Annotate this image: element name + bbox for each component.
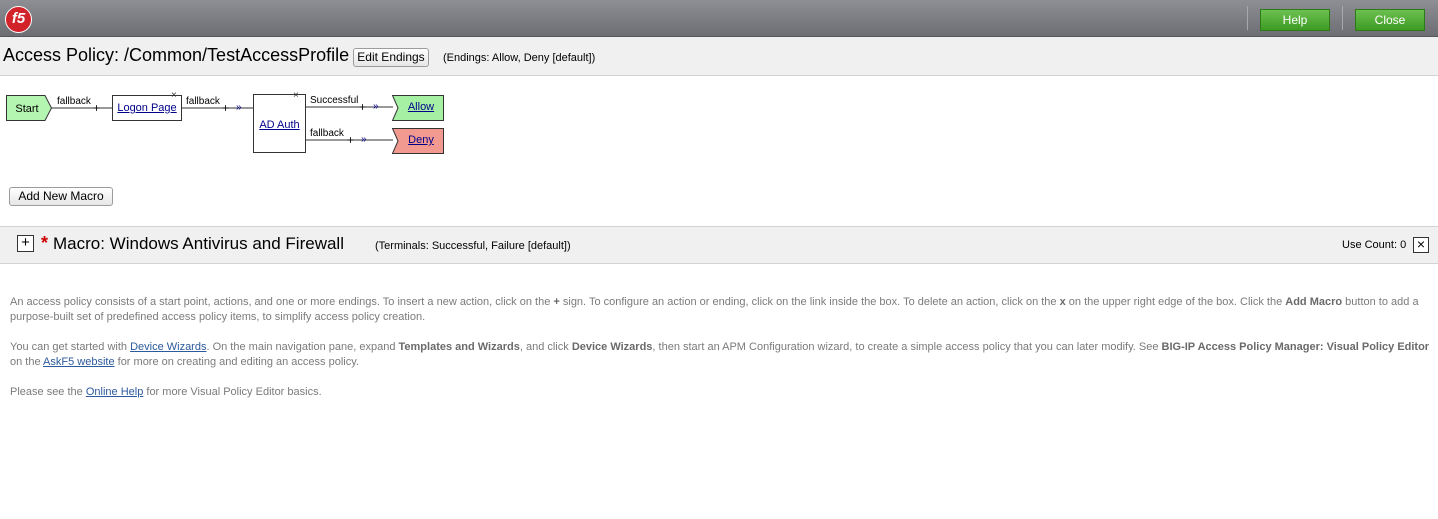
start-branch-label: fallback: [57, 96, 91, 107]
use-count: Use Count: 0: [1342, 239, 1407, 251]
arrow-icon: »: [373, 101, 379, 112]
logon-branch-label: fallback: [186, 96, 220, 107]
required-asterisk: *: [41, 233, 49, 253]
macro-title: Macro: Windows Antivirus and Firewall: [53, 234, 344, 253]
f5-logo: f5: [5, 6, 32, 33]
insert-action-plus[interactable]: +: [359, 101, 366, 113]
help-paragraph-3: Please see the Online Help for more Visu…: [10, 386, 322, 398]
divider: [1247, 6, 1248, 30]
arrow-icon: »: [236, 102, 242, 113]
help-paragraph-2: You can get started with Device Wizards.…: [10, 341, 1430, 368]
policy-editor-canvas: Start fallback + Logon Page × fallback +…: [0, 76, 1438, 227]
arrow-icon: »: [361, 134, 367, 145]
expand-macro-icon[interactable]: +: [17, 235, 34, 252]
ad-auth-node: AD Auth: [253, 94, 306, 153]
divider: [1342, 6, 1343, 30]
add-macro-text: Add Macro: [1285, 296, 1343, 308]
allow-ending-link[interactable]: Allow: [408, 101, 434, 113]
help-button[interactable]: Help: [1260, 9, 1330, 31]
ad-auth-link[interactable]: AD Auth: [254, 119, 305, 131]
start-label: Start: [15, 103, 38, 115]
online-help-link[interactable]: Online Help: [86, 386, 143, 398]
delete-logon-page-icon[interactable]: ×: [171, 91, 177, 101]
close-macro-icon[interactable]: ×: [1413, 237, 1429, 253]
help-paragraph-1: An access policy consists of a start poi…: [10, 296, 1419, 323]
deny-ending-link[interactable]: Deny: [408, 134, 434, 146]
policy-connectors: [49, 106, 393, 141]
device-wizards-link[interactable]: Device Wizards: [130, 341, 206, 353]
edit-endings-button[interactable]: Edit Endings: [353, 48, 429, 67]
endings-note: (Endings: Allow, Deny [default]): [443, 52, 596, 64]
policy-header: Access Policy: /Common/TestAccessProfile…: [0, 37, 1438, 76]
insert-action-plus[interactable]: +: [347, 134, 354, 146]
start-node: Start: [6, 95, 52, 121]
fallback-branch-label: fallback: [310, 128, 344, 139]
askf5-link[interactable]: AskF5 website: [43, 356, 115, 368]
close-button[interactable]: Close: [1355, 9, 1425, 31]
delete-ad-auth-icon[interactable]: ×: [293, 91, 299, 101]
macro-bar: + * Macro: Windows Antivirus and Firewal…: [0, 227, 1438, 264]
logon-page-link[interactable]: Logon Page: [117, 102, 176, 114]
add-new-macro-button[interactable]: Add New Macro: [9, 187, 113, 206]
insert-action-plus[interactable]: +: [222, 102, 229, 114]
page-title: Access Policy: /Common/TestAccessProfile: [3, 45, 350, 65]
successful-branch-label: Successful: [310, 95, 359, 106]
macro-terminals: (Terminals: Successful, Failure [default…: [375, 240, 571, 252]
insert-action-plus[interactable]: +: [93, 102, 100, 114]
top-bar: f5 Help Close: [0, 0, 1438, 37]
